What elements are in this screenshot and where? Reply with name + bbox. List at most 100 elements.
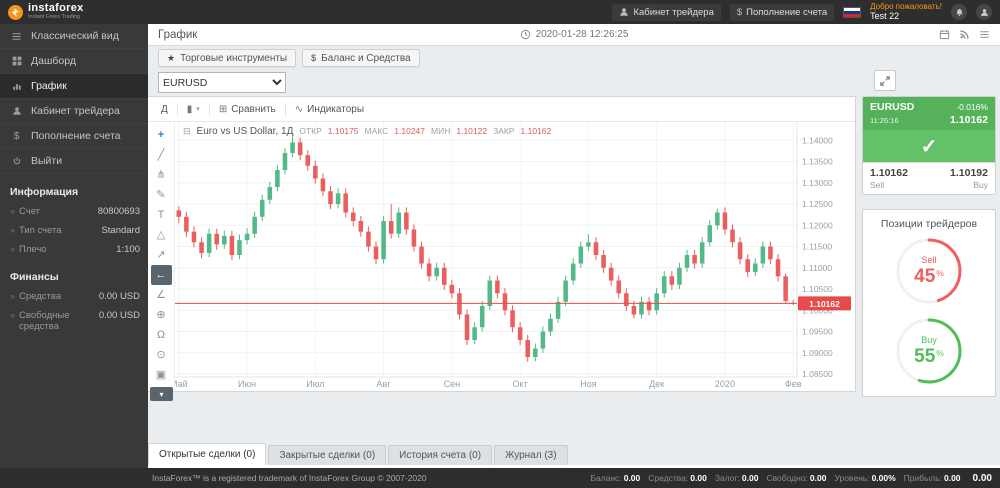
open-label: ОТКР [299,126,321,136]
profile-button[interactable] [976,4,992,20]
logo[interactable]: instaforex Instant Forex Trading [8,3,84,21]
sidebar-item-dashboard[interactable]: Дашборд [0,49,148,74]
svg-text:1.09000: 1.09000 [802,348,833,358]
svg-text:Сен: Сен [444,379,461,389]
deposit-link[interactable]: $ Пополнение счета [730,4,834,21]
main-header: График 2020-01-28 12:26:25 [148,24,1000,46]
stat-margin: Залог:0.00 [715,473,759,483]
sidebar-item-logout[interactable]: Выйти [0,149,148,174]
stat-equity: Средства:0.00 [648,473,707,483]
info-row-account: »Счет 80800693 [0,202,148,221]
chart-type-button[interactable]: ▮ ▾ [178,97,209,121]
chart-legend: ⊟ Euro vs US Dollar, 1Д ОТКР 1.10175 МАК… [183,126,551,137]
arrow-tool[interactable]: ← [151,265,172,285]
calendar-icon[interactable] [939,29,950,40]
balance-funds-button[interactable]: $ Баланс и Средства [302,49,420,67]
finance-row-funds: »Средства 0.00 USD [0,287,148,306]
sidebar-item-classic-view[interactable]: Классический вид [0,24,148,49]
sidebar-label: Дашборд [31,55,76,67]
quote-time: 11:26:16 [870,116,899,125]
chevrons-icon: » [10,291,15,301]
brush-tool[interactable]: ✎ [151,185,172,205]
stat-balance: Баланс:0.00 [590,473,640,483]
svg-text:1.12000: 1.12000 [802,220,833,230]
legend-title: Euro vs US Dollar, 1Д [197,126,294,137]
text-tool[interactable]: T [151,205,172,225]
svg-text:1.09500: 1.09500 [802,327,833,337]
pitchfork-tool[interactable]: ⋔ [151,165,172,185]
drawing-mode-tool[interactable]: ⊙ [151,345,172,365]
fullscreen-button[interactable] [874,70,896,91]
hamburger-icon[interactable] [979,29,990,40]
toolbar-collapse-button[interactable]: ▾ [150,387,173,401]
symbol-select[interactable]: EURUSD [158,72,286,93]
quote-card: EURUSD -0.016% 11:26:16 1.10162 ✓ 1.1016… [862,96,996,195]
positions-title: Позиции трейдеров [863,210,995,236]
compare-label: Сравнить [231,104,276,115]
funds-value: 0.00 USD [99,291,140,302]
trader-cabinet-link[interactable]: Кабинет трейдера [612,4,720,21]
sidebar-item-chart[interactable]: График [0,74,148,99]
zoom-tool[interactable]: ⊕ [151,305,172,325]
info-row-leverage: »Плечо 1:100 [0,240,148,259]
trendline-tool[interactable]: ╱ [151,145,172,165]
bottom-tabs: Открытые сделки (0) Закрытые сделки (0) … [148,443,568,465]
page-title: График [158,29,197,41]
tab-account-history[interactable]: История счета (0) [388,445,492,465]
sidebar-label: Выйти [31,155,62,167]
quote-symbol: EURUSD [870,101,914,114]
tab-journal[interactable]: Журнал (3) [494,445,568,465]
sell-quote[interactable]: 1.10162 Sell [870,167,908,190]
compare-button[interactable]: ⊞ Сравнить [210,97,285,121]
interval-button[interactable]: Д [152,97,177,121]
indicators-button[interactable]: ∿ Индикаторы [286,97,373,121]
tab-closed-deals[interactable]: Закрытые сделки (0) [268,445,386,465]
buy-quote[interactable]: 1.10192 Buy [950,167,988,190]
sidebar-item-deposit[interactable]: $ Пополнение счета [0,124,148,149]
chart-body: + ╱ ⋔ ✎ T △ ↗ ← ∠ ⊕ Ω ⊙ ▣ ◉ ▾ ⊟ Euro vs … [148,122,855,405]
free-funds-value: 0.00 USD [99,310,140,332]
svg-text:1.08500: 1.08500 [802,369,833,379]
finance-section-title: Финансы [0,259,148,287]
measure-tool[interactable]: ∠ [151,285,172,305]
candlestick-chart[interactable]: 1.140001.135001.130001.125001.120001.115… [175,122,853,390]
quick-buttons-row: ★ Торговые инструменты $ Баланс и Средст… [158,49,420,67]
legend-box-icon[interactable]: ⊟ [183,126,191,137]
lock-tool[interactable]: ▣ [151,365,172,385]
welcome-block: Добро пожаловать! Test 22 [870,2,942,22]
compare-icon: ⊞ [219,104,227,115]
chart-plot-area[interactable]: ⊟ Euro vs US Dollar, 1Д ОТКР 1.10175 МАК… [175,122,855,405]
open-value: 1.10175 [328,126,359,136]
rss-icon[interactable] [959,29,970,40]
info-label: Плечо [19,244,47,255]
footer: InstaForex™ is a registered trademark of… [0,468,1000,488]
balance-funds-label: Баланс и Средства [321,53,411,64]
crosshair-tool[interactable]: + [151,125,172,145]
sell-label: Sell [870,180,908,190]
svg-text:1.10500: 1.10500 [802,284,833,294]
dollar-icon: $ [10,130,23,142]
bell-icon [955,8,964,17]
account-type: Standard [101,225,140,236]
tab-open-deals[interactable]: Открытые сделки (0) [148,443,266,465]
svg-text:1.13000: 1.13000 [802,178,833,188]
sidebar-item-cabinet[interactable]: Кабинет трейдера [0,99,148,124]
stat-level: Уровень:0.00% [834,473,895,483]
trading-instruments-button[interactable]: ★ Торговые инструменты [158,49,296,67]
quote-footer: 1.10162 Sell 1.10192 Buy [863,162,995,194]
quote-change: -0.016% [956,102,988,113]
donuts: Sell 45 % Buy 55 % [863,236,995,386]
percent-sign: % [936,349,944,358]
magnet-tool[interactable]: Ω [151,325,172,345]
svg-text:Авг: Авг [377,379,392,389]
language-flag-ru[interactable] [843,7,861,18]
clock-icon [520,29,531,40]
chevrons-icon: » [10,206,15,216]
trader-cabinet-label: Кабинет трейдера [633,7,713,18]
forecast-tool[interactable]: ↗ [151,245,172,265]
symbol-select-row: EURUSD [158,72,286,93]
drawing-toolbar: + ╱ ⋔ ✎ T △ ↗ ← ∠ ⊕ Ω ⊙ ▣ ◉ ▾ [148,122,175,405]
logo-icon [8,5,23,20]
pattern-tool[interactable]: △ [151,225,172,245]
notifications-button[interactable] [951,4,967,20]
